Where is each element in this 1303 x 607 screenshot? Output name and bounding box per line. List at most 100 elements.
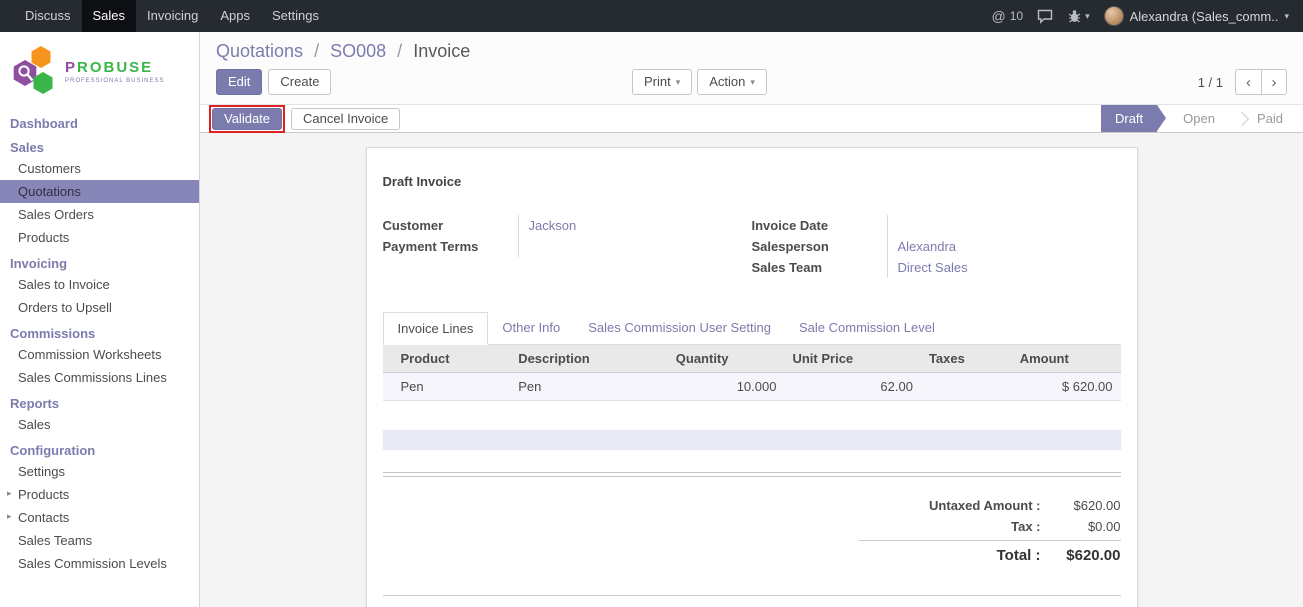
total-value: $620.00 bbox=[1041, 547, 1121, 564]
invoice-date-field-row: Invoice Date bbox=[752, 215, 1121, 236]
sidebar-item-sales-to-invoice[interactable]: Sales to Invoice bbox=[0, 273, 199, 296]
payment-terms-value bbox=[518, 236, 752, 257]
breadcrumb: Quotations / SO008 / Invoice bbox=[216, 40, 1287, 62]
status-draft[interactable]: Draft bbox=[1101, 105, 1157, 132]
sidebar-heading-invoicing[interactable]: Invoicing bbox=[0, 254, 199, 273]
pager-buttons: ‹ › bbox=[1235, 69, 1287, 95]
customer-value[interactable]: Jackson bbox=[518, 215, 752, 236]
right-field-group: Invoice Date Salesperson Alexandra Sales… bbox=[752, 215, 1121, 278]
mention-counter[interactable]: @ 10 bbox=[992, 8, 1024, 24]
print-label: Print bbox=[644, 74, 671, 90]
menu-sales[interactable]: Sales bbox=[82, 0, 137, 32]
line-unit-price: 62.00 bbox=[784, 373, 920, 401]
user-avatar bbox=[1104, 6, 1124, 26]
total-label: Total : bbox=[859, 547, 1041, 564]
left-field-group: Customer Jackson Payment Terms bbox=[383, 215, 752, 278]
control-panel-buttons: Edit Create Print ▾ Action ▾ bbox=[216, 69, 1287, 95]
sidebar-item-quotations[interactable]: Quotations bbox=[0, 180, 199, 203]
logo-text: PROBUSE PROFESSIONAL BUSINESS bbox=[65, 59, 164, 84]
logo-icon bbox=[10, 44, 58, 98]
expand-arrow-icon[interactable]: ▸ bbox=[7, 511, 12, 522]
user-menu[interactable]: Alexandra (Sales_comm.. ▾ bbox=[1104, 6, 1289, 26]
tab-sale-commission-level[interactable]: Sale Commission Level bbox=[785, 312, 949, 345]
breadcrumb-quotations[interactable]: Quotations bbox=[216, 41, 303, 61]
debug-menu[interactable]: ▾ bbox=[1067, 9, 1090, 24]
sidebar-heading-sales[interactable]: Sales bbox=[0, 138, 199, 157]
top-menu-bar: Discuss Sales Invoicing Apps Settings bbox=[0, 0, 330, 32]
cp-center-buttons: Print ▾ Action ▾ bbox=[632, 69, 767, 95]
statusbar-buttons: Validate Cancel Invoice bbox=[209, 105, 400, 133]
sidebar-item-sales-teams[interactable]: Sales Teams bbox=[0, 529, 199, 552]
form-statusbar: Validate Cancel Invoice Draft Open Paid bbox=[200, 104, 1303, 133]
sidebar-item-config-contacts[interactable]: ▸ Contacts bbox=[0, 506, 199, 529]
status-widget: Draft Open Paid bbox=[1101, 105, 1303, 132]
sidebar-heading-configuration[interactable]: Configuration bbox=[0, 441, 199, 460]
app-logo[interactable]: PROBUSE PROFESSIONAL BUSINESS bbox=[0, 32, 199, 104]
sidebar-item-sales-commission-levels[interactable]: Sales Commission Levels bbox=[0, 552, 199, 575]
customer-field-row: Customer Jackson bbox=[383, 215, 752, 236]
status-open[interactable]: Open bbox=[1169, 105, 1229, 132]
line-quantity: 10.000 bbox=[668, 373, 785, 401]
expand-arrow-icon[interactable]: ▸ bbox=[7, 488, 12, 499]
sidebar-item-label: Contacts bbox=[18, 510, 69, 525]
cancel-invoice-button[interactable]: Cancel Invoice bbox=[291, 108, 400, 130]
salesperson-field-row: Salesperson Alexandra bbox=[752, 236, 1121, 257]
create-button[interactable]: Create bbox=[268, 69, 331, 95]
invoice-lines-table: Product Description Quantity Unit Price … bbox=[383, 345, 1121, 401]
sidebar-item-sales-orders[interactable]: Sales Orders bbox=[0, 203, 199, 226]
action-dropdown-button[interactable]: Action ▾ bbox=[697, 69, 767, 95]
topbar-right: @ 10 ▾ Alexandra (Sales_comm.. ▾ bbox=[992, 6, 1303, 26]
double-separator bbox=[383, 472, 1121, 477]
pager-value: 1 / 1 bbox=[1198, 75, 1223, 90]
tab-invoice-lines[interactable]: Invoice Lines bbox=[383, 312, 489, 345]
print-dropdown-button[interactable]: Print ▾ bbox=[632, 69, 692, 95]
column-header-unit-price: Unit Price bbox=[784, 345, 920, 373]
menu-discuss[interactable]: Discuss bbox=[14, 0, 82, 32]
sidebar-item-orders-to-upsell[interactable]: Orders to Upsell bbox=[0, 296, 199, 319]
invoice-sheet: Draft Invoice Customer Jackson Payment T… bbox=[366, 147, 1138, 607]
sidebar-item-products[interactable]: Products bbox=[0, 226, 199, 249]
status-paid[interactable]: Paid bbox=[1229, 105, 1297, 132]
menu-invoicing[interactable]: Invoicing bbox=[136, 0, 209, 32]
messages-icon[interactable] bbox=[1037, 9, 1053, 24]
pager-previous-button[interactable]: ‹ bbox=[1235, 69, 1261, 95]
sidebar-heading-reports[interactable]: Reports bbox=[0, 394, 199, 413]
menu-apps[interactable]: Apps bbox=[209, 0, 261, 32]
payment-terms-label: Payment Terms bbox=[383, 236, 518, 257]
sales-team-value[interactable]: Direct Sales bbox=[887, 257, 1121, 278]
sidebar-heading-commissions[interactable]: Commissions bbox=[0, 324, 199, 343]
tax-label: Tax : bbox=[859, 519, 1041, 534]
sidebar-item-reports-sales[interactable]: Sales bbox=[0, 413, 199, 436]
tab-sales-commission-user-setting[interactable]: Sales Commission User Setting bbox=[574, 312, 785, 345]
sidebar-heading-dashboard[interactable]: Dashboard bbox=[0, 114, 199, 133]
sidebar-item-commission-worksheets[interactable]: Commission Worksheets bbox=[0, 343, 199, 366]
total-row: Total : $620.00 bbox=[859, 540, 1121, 567]
column-header-quantity: Quantity bbox=[668, 345, 785, 373]
salesperson-label: Salesperson bbox=[752, 236, 887, 257]
edit-button[interactable]: Edit bbox=[216, 69, 262, 95]
sidebar-nav: Dashboard Sales Customers Quotations Sal… bbox=[0, 114, 199, 575]
form-view-area: Draft Invoice Customer Jackson Payment T… bbox=[200, 133, 1303, 607]
breadcrumb-so008[interactable]: SO008 bbox=[330, 41, 386, 61]
tab-other-info[interactable]: Other Info bbox=[488, 312, 574, 345]
untaxed-amount-value: $620.00 bbox=[1041, 498, 1121, 513]
sidebar-item-config-products[interactable]: ▸ Products bbox=[0, 483, 199, 506]
menu-settings[interactable]: Settings bbox=[261, 0, 330, 32]
caret-down-icon: ▾ bbox=[750, 74, 755, 90]
sidebar-item-customers[interactable]: Customers bbox=[0, 157, 199, 180]
logo-subtitle: PROFESSIONAL BUSINESS bbox=[65, 78, 164, 84]
sidebar-item-settings[interactable]: Settings bbox=[0, 460, 199, 483]
at-icon: @ bbox=[992, 8, 1006, 24]
mention-count: 10 bbox=[1010, 9, 1023, 23]
logo-title: PROBUSE bbox=[65, 59, 164, 76]
pager-next-button[interactable]: › bbox=[1261, 69, 1287, 95]
column-header-taxes: Taxes bbox=[921, 345, 1012, 373]
caret-down-icon: ▾ bbox=[1085, 11, 1090, 22]
sidebar-item-sales-commissions-lines[interactable]: Sales Commissions Lines bbox=[0, 366, 199, 389]
invoice-line-row[interactable]: Pen Pen 10.000 62.00 $ 620.00 bbox=[383, 373, 1121, 401]
untaxed-amount-row: Untaxed Amount : $620.00 bbox=[859, 495, 1121, 516]
payment-terms-field-row: Payment Terms bbox=[383, 236, 752, 257]
validate-button[interactable]: Validate bbox=[212, 108, 282, 130]
invoice-state-title: Draft Invoice bbox=[383, 174, 1121, 189]
salesperson-value[interactable]: Alexandra bbox=[887, 236, 1121, 257]
